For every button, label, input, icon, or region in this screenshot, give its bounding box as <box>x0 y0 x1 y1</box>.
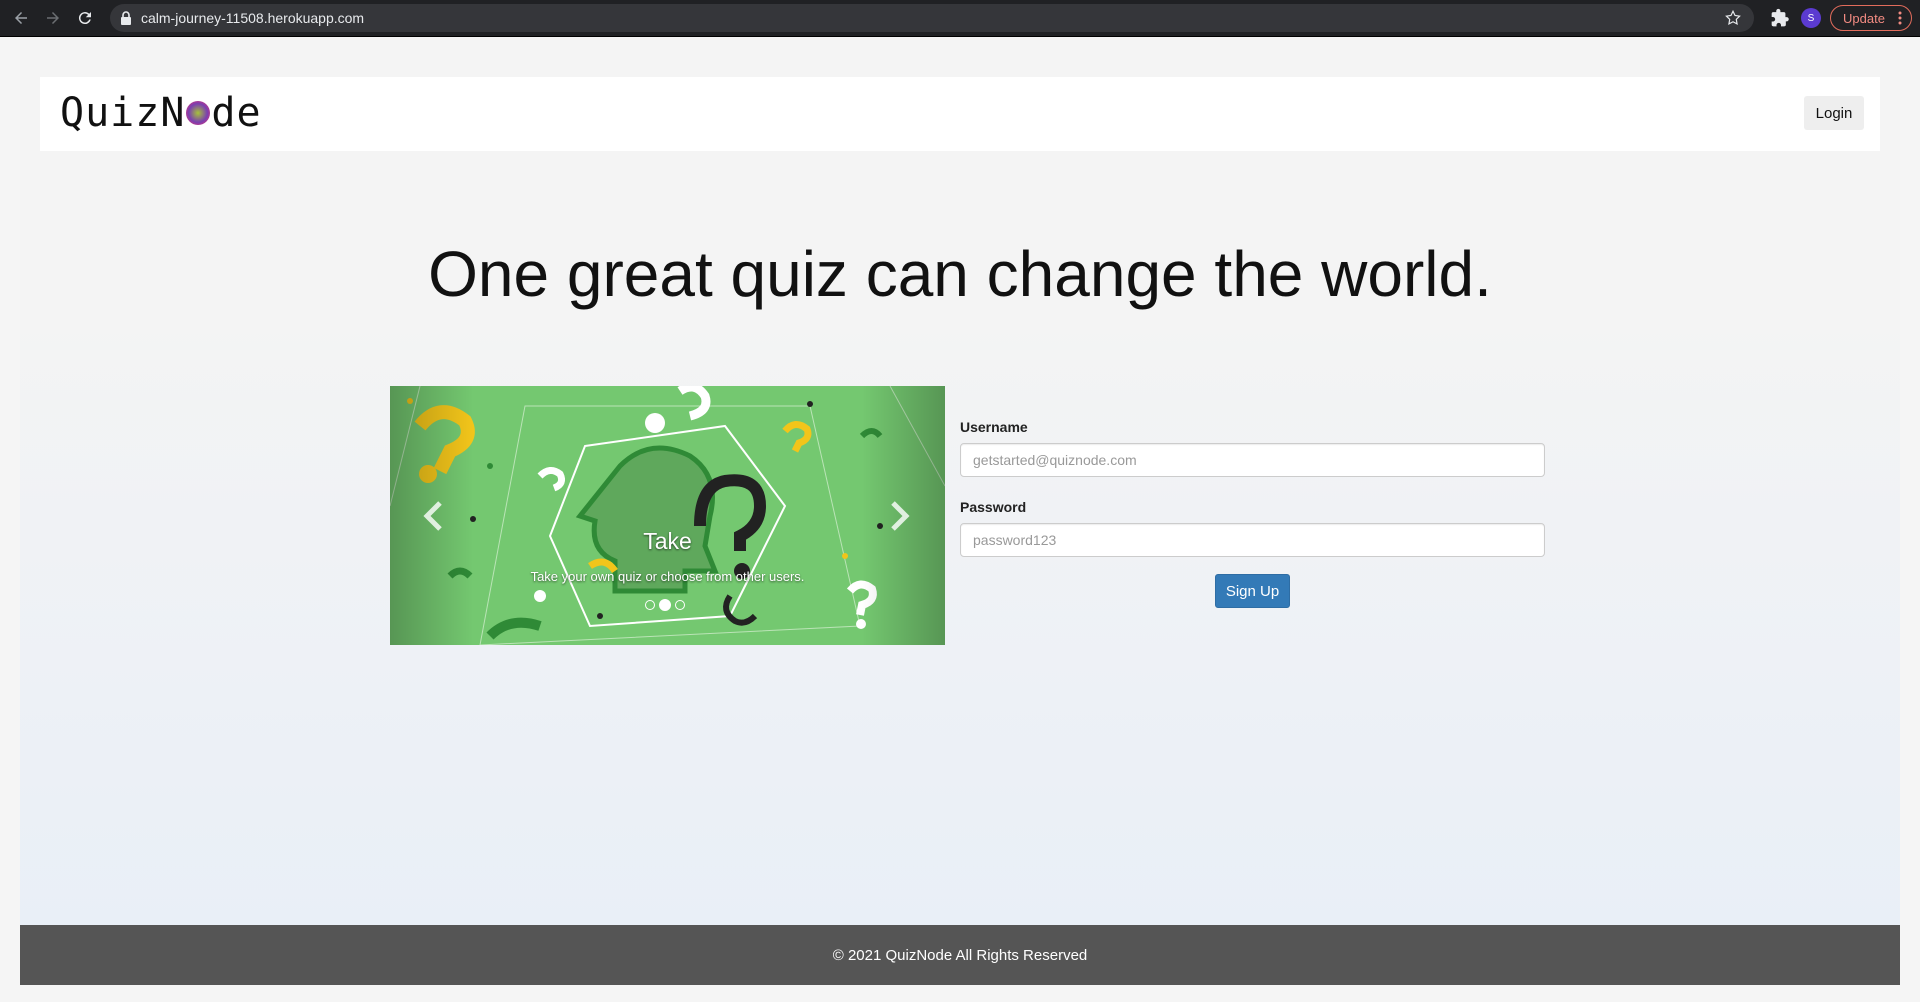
site-navbar: QuizN de Login <box>40 77 1880 151</box>
site-footer: © 2021 QuizNode All Rights Reserved <box>20 925 1900 985</box>
update-label: Update <box>1843 10 1885 26</box>
feature-carousel: Take Take your own quiz or choose from o… <box>390 386 945 645</box>
address-bar[interactable]: calm-journey-11508.herokuapp.com <box>110 4 1754 32</box>
back-icon[interactable] <box>10 7 32 29</box>
carousel-slide-caption: Take your own quiz or choose from other … <box>530 569 805 584</box>
footer-copyright: © 2021 QuizNode All Rights Reserved <box>832 946 1088 964</box>
profile-avatar[interactable]: S <box>1801 8 1821 28</box>
login-button[interactable]: Login <box>1804 96 1864 130</box>
star-icon[interactable] <box>1724 9 1742 32</box>
forward-icon[interactable] <box>42 7 64 29</box>
update-button[interactable]: Update <box>1830 5 1912 31</box>
carousel-indicator-3[interactable] <box>675 600 685 610</box>
url-text: calm-journey-11508.herokuapp.com <box>141 10 365 26</box>
password-input[interactable] <box>960 523 1545 557</box>
carousel-indicator-2[interactable] <box>659 599 671 611</box>
logo-o-icon <box>186 101 211 125</box>
lock-icon <box>120 11 132 30</box>
extensions-icon[interactable] <box>1770 8 1790 33</box>
carousel-indicators <box>645 599 685 611</box>
reload-icon[interactable] <box>74 7 96 29</box>
carousel-indicator-1[interactable] <box>645 600 655 610</box>
browser-toolbar: calm-journey-11508.herokuapp.com S Updat… <box>0 0 1920 37</box>
username-input[interactable] <box>960 443 1545 477</box>
logo-text-left: QuizN <box>60 90 186 136</box>
menu-icon[interactable] <box>1898 11 1902 25</box>
hero-headline: One great quiz can change the world. <box>428 238 1492 310</box>
password-label: Password <box>960 499 1027 515</box>
username-label: Username <box>960 419 1028 435</box>
logo-text-right: de <box>211 90 262 136</box>
quiznode-logo[interactable]: QuizN de <box>60 90 262 136</box>
page: QuizN de Login One great quiz can change… <box>0 37 1920 1002</box>
carousel-slide-title: Take <box>643 528 692 554</box>
sign-up-button[interactable]: Sign Up <box>1215 574 1290 608</box>
signup-form: Username Password Sign Up <box>960 419 1545 608</box>
